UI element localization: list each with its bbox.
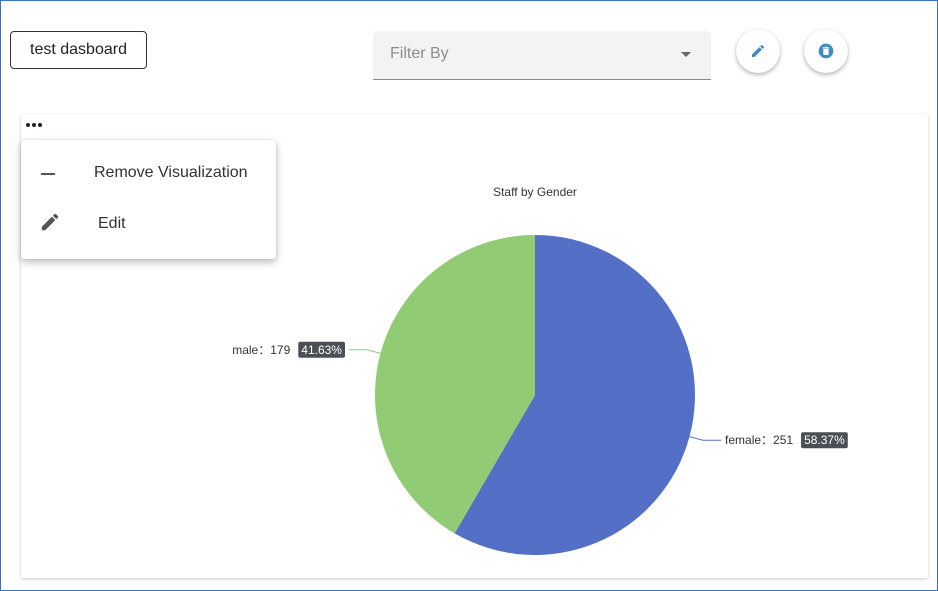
percent-text: 41.63%: [301, 343, 342, 357]
menu-item-label: Edit: [98, 215, 126, 232]
menu-item-edit[interactable]: Edit: [21, 199, 276, 249]
pie-label-text: female：251: [725, 433, 793, 447]
menu-item-remove-visualization[interactable]: Remove Visualization: [21, 148, 276, 198]
pie-label: male：179 41.63%: [232, 341, 345, 358]
pie-label-text: male：179: [232, 343, 290, 357]
label-line: [689, 436, 722, 441]
label-line: [348, 349, 381, 354]
pie-chart: female：251 58.37% male：179 41.63%: [232, 235, 848, 555]
percent-text: 58.37%: [804, 433, 845, 447]
menu-item-label: Remove Visualization: [94, 164, 248, 181]
pencil-icon: [41, 213, 59, 231]
visualization-menu: Remove Visualization Edit: [21, 140, 276, 259]
minus-icon: [41, 173, 55, 175]
pie-label: female：251 58.37%: [725, 432, 848, 449]
